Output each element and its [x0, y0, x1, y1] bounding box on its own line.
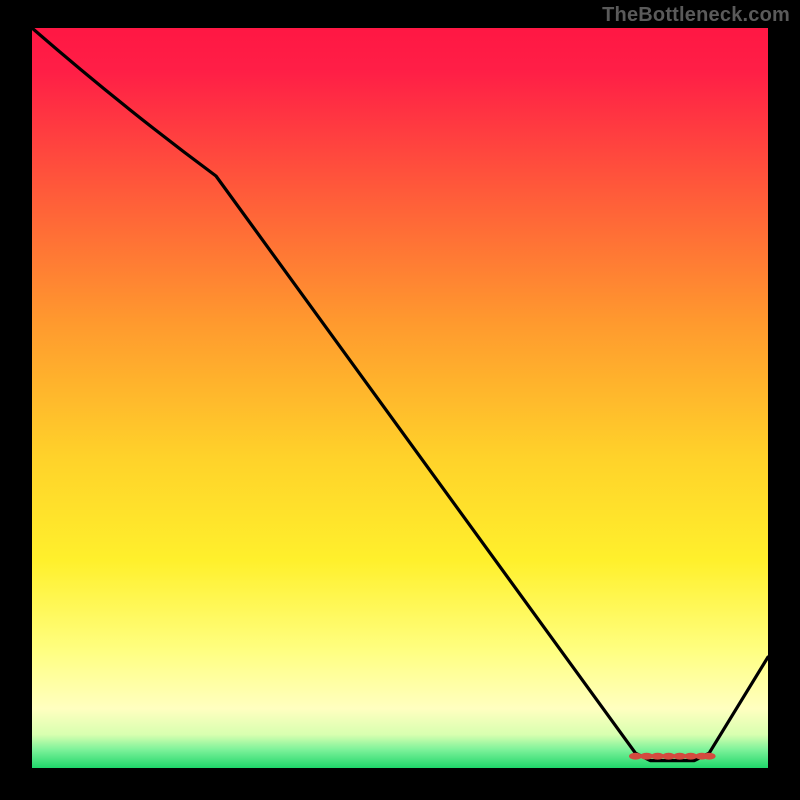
watermark-text: TheBottleneck.com	[602, 4, 790, 27]
marker-dot	[662, 753, 675, 760]
chart-frame: TheBottleneck.com	[0, 0, 800, 800]
gradient-background	[32, 28, 768, 768]
chart-svg	[32, 28, 768, 768]
marker-dot	[684, 753, 697, 760]
plot-area	[32, 28, 768, 768]
marker-group	[629, 753, 716, 760]
marker-dot	[703, 753, 716, 760]
marker-dot	[629, 753, 642, 760]
